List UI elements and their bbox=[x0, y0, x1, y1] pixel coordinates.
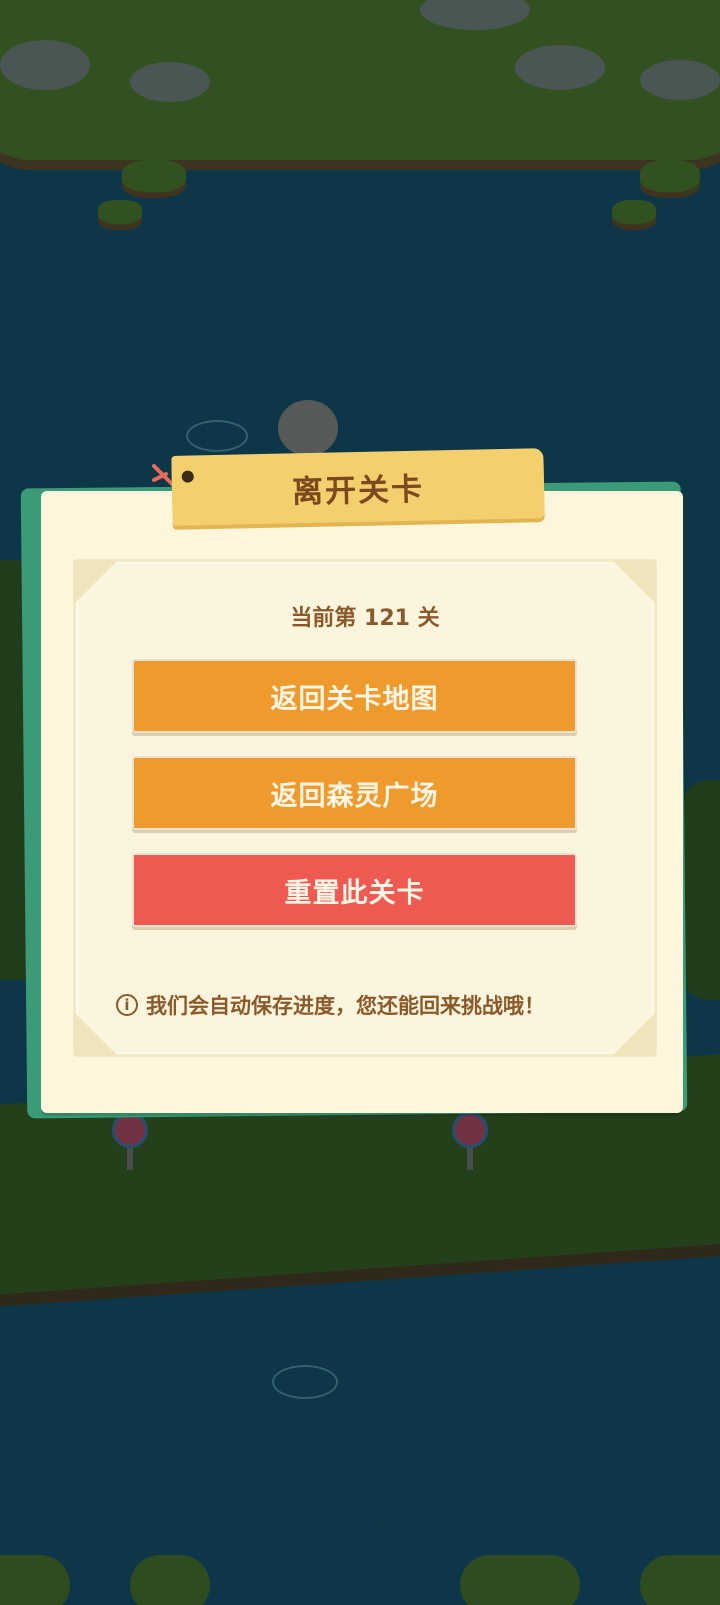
dialog-title-tag: 离开关卡 bbox=[171, 448, 545, 526]
return-forest-plaza-button[interactable]: 返回森灵广场 bbox=[132, 756, 577, 830]
reset-level-button[interactable]: 重置此关卡 bbox=[132, 853, 577, 927]
autosave-note: i 我们会自动保存进度，您还能回来挑战哦！ bbox=[116, 990, 636, 1020]
corner-decoration bbox=[74, 1012, 118, 1056]
info-icon: i bbox=[116, 994, 138, 1016]
dialog-inner-card: 当前第 121 关 返回关卡地图 返回森灵广场 重置此关卡 i 我们会自动保存进… bbox=[73, 559, 657, 1057]
current-level-text: 当前第 121 关 bbox=[290, 606, 440, 631]
return-level-map-button[interactable]: 返回关卡地图 bbox=[132, 659, 577, 733]
corner-decoration bbox=[612, 560, 656, 604]
dialog-title: 离开关卡 bbox=[291, 471, 425, 510]
autosave-note-text: 我们会自动保存进度，您还能回来挑战哦！ bbox=[146, 994, 545, 1018]
tag-hole bbox=[181, 470, 194, 483]
leave-level-dialog: 当前第 121 关 返回关卡地图 返回森灵广场 重置此关卡 i 我们会自动保存进… bbox=[41, 491, 683, 1113]
corner-decoration bbox=[74, 560, 118, 604]
